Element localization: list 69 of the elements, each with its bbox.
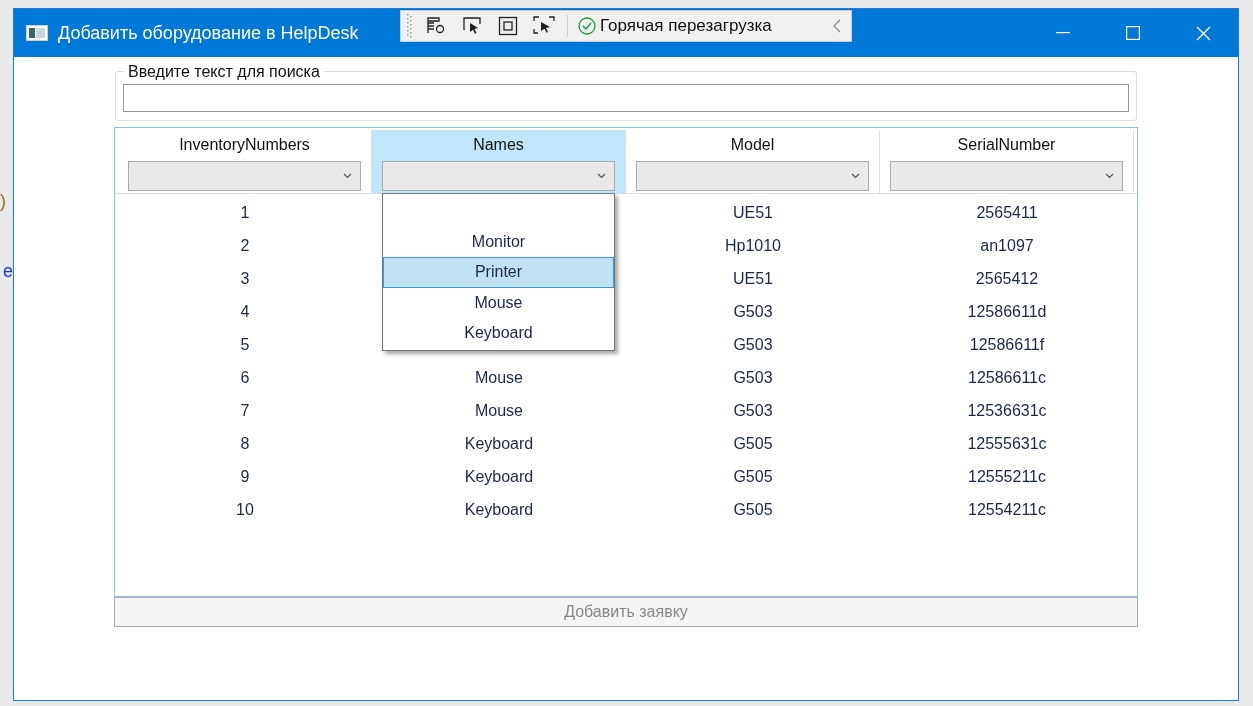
dropdown-option[interactable]: Mouse <box>383 287 614 318</box>
filter-dropdown[interactable] <box>382 161 615 191</box>
maximize-icon <box>1126 26 1140 40</box>
table-cell-text: Mouse <box>474 367 524 388</box>
table-cell-text: G505 <box>732 466 774 487</box>
table-cell-text: UE51 <box>732 202 774 223</box>
table-cell-text: G505 <box>732 499 774 520</box>
filter-dropdown[interactable] <box>636 161 869 191</box>
table-cell-text: 6 <box>239 367 251 388</box>
background-text-fragment: ) <box>0 190 6 213</box>
table-cell-text: Keyboard <box>463 433 535 454</box>
table-cell-text: 12555211c <box>967 466 1047 487</box>
table-cell-text: 2565411 <box>975 202 1039 223</box>
column-title: Names <box>473 135 524 155</box>
search-field[interactable] <box>123 84 1129 112</box>
table-cell-text: 9 <box>239 466 251 487</box>
column-title: InventoryNumbers <box>179 135 310 155</box>
table-cell-text: Hp1010 <box>723 235 782 256</box>
minimize-icon <box>1056 32 1070 34</box>
table-cell-text: Mouse <box>474 400 524 421</box>
table-cell-text: G503 <box>732 367 774 388</box>
dropdown-option[interactable]: Printer <box>383 257 614 288</box>
document-gear-icon <box>426 16 446 36</box>
table-cell-text: UE51 <box>732 268 774 289</box>
table-cell-text: G503 <box>732 301 774 322</box>
column-title: Model <box>730 135 775 155</box>
table-cell-text: 3 <box>239 268 251 289</box>
background-text-fragment: e <box>3 260 13 283</box>
table-cell-text: 10 <box>235 499 255 520</box>
table-cell-text: an1097 <box>979 235 1035 256</box>
filter-dropdown[interactable] <box>128 161 361 191</box>
table-cell-text: Keyboard <box>463 499 535 520</box>
square-frame-icon <box>498 16 518 36</box>
table-cell-text: 12586611c <box>967 367 1047 388</box>
table-cell-text: 2 <box>239 235 251 256</box>
table-cell-text: 12536631c <box>966 400 1048 421</box>
chevron-down-icon <box>851 173 860 179</box>
chevron-left-icon[interactable] <box>833 19 841 33</box>
check-circle-icon <box>578 17 596 35</box>
table-cell-text: 1 <box>239 202 251 223</box>
dropdown-option[interactable]: Keyboard <box>383 317 614 348</box>
hot-reload-button[interactable]: Горячая перезагрузка <box>578 13 772 39</box>
cursor-frame-icon <box>533 16 555 36</box>
chevron-down-icon <box>597 173 606 179</box>
table-cell-text: 12586611d <box>966 301 1048 322</box>
table-cell-text: G503 <box>732 400 774 421</box>
chevron-down-icon <box>1105 173 1114 179</box>
table-cell-text: 12555631c <box>966 433 1048 454</box>
column-header[interactable]: Names <box>372 130 626 193</box>
table-cell-text: G505 <box>732 433 774 454</box>
close-icon <box>1195 25 1211 41</box>
table-cell-text: Keyboard <box>463 466 535 487</box>
search-label: Введите текст для поиска <box>124 62 324 82</box>
table-cell-text: 2565412 <box>974 268 1040 289</box>
dropdown-option[interactable]: Monitor <box>383 227 614 258</box>
table-cell-text: 12554211c <box>967 499 1047 520</box>
grip-icon <box>407 14 413 38</box>
chevron-down-icon <box>343 173 352 179</box>
filter-dropdown[interactable] <box>890 161 1123 191</box>
table-cell-text: 12586611f <box>968 334 1046 355</box>
column-title: SerialNumber <box>957 135 1056 155</box>
table-cell-text: 5 <box>239 334 251 355</box>
table-cell-text: 4 <box>239 301 251 322</box>
window-app-icon <box>26 25 48 41</box>
window-title: Добавить оборудование в HelpDesk <box>58 21 359 45</box>
cursor-select-icon <box>462 16 482 36</box>
table-cell-text: 8 <box>239 433 251 454</box>
table-cell-text: G503 <box>732 334 774 355</box>
table-cell-text: 7 <box>239 400 251 421</box>
